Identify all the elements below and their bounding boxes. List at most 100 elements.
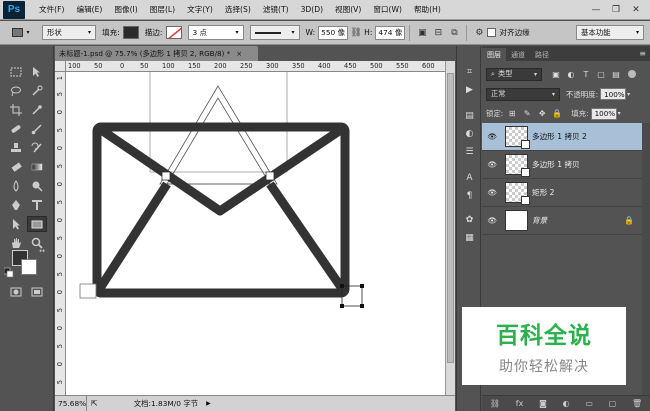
layer-name[interactable]: 矩形 2 bbox=[532, 187, 554, 198]
new-layer-icon[interactable]: ▢ bbox=[609, 399, 617, 408]
eye-icon[interactable]: 👁 bbox=[482, 188, 502, 197]
align-edges-checkbox[interactable] bbox=[487, 28, 497, 37]
history-panel-icon[interactable]: ⌗ bbox=[462, 64, 477, 79]
clone-stamp-tool[interactable] bbox=[6, 140, 26, 156]
screen-mode-button[interactable] bbox=[27, 284, 47, 300]
pen-tool[interactable] bbox=[6, 197, 26, 213]
hand-tool[interactable] bbox=[6, 235, 26, 251]
tab-layers[interactable]: 图层 bbox=[482, 48, 506, 61]
swatches-icon[interactable]: ✿ bbox=[462, 212, 477, 227]
menu-image[interactable]: 图像(I) bbox=[108, 4, 143, 15]
zoom-level[interactable]: 75.68% bbox=[55, 396, 87, 411]
tool-preset-picker[interactable]: ▾ bbox=[6, 24, 36, 42]
share-icon[interactable]: ⇱ bbox=[91, 399, 98, 408]
styles-icon[interactable]: ▦ bbox=[462, 230, 477, 245]
path-arrangement-icon[interactable]: ⧉ bbox=[446, 25, 462, 41]
default-colors-icon[interactable] bbox=[4, 267, 14, 278]
path-selection-tool[interactable] bbox=[6, 216, 26, 232]
height-input[interactable]: 474 像 bbox=[375, 25, 406, 40]
anchor-handle[interactable] bbox=[161, 171, 171, 181]
minimize-button[interactable]: — bbox=[586, 3, 606, 17]
layers-scrollbar[interactable] bbox=[642, 123, 650, 395]
layer-name[interactable]: 多边形 1 拷贝 bbox=[532, 159, 580, 170]
actions-panel-icon[interactable]: ▶ bbox=[462, 82, 477, 97]
character-panel-icon[interactable]: A bbox=[462, 170, 477, 185]
ruler-origin[interactable] bbox=[55, 61, 66, 72]
group-icon[interactable]: ▭ bbox=[585, 399, 593, 408]
kind-filter-select[interactable]: ⌕ 类型 ▾ bbox=[486, 67, 542, 81]
layer-row[interactable]: 👁 多边形 1 拷贝 bbox=[482, 151, 642, 179]
adjustment-filter-icon[interactable]: ◐ bbox=[565, 68, 577, 80]
fill-input[interactable]: 100% bbox=[590, 107, 617, 120]
menu-3d[interactable]: 3D(D) bbox=[295, 5, 329, 14]
lock-all-icon[interactable]: 🔒 bbox=[551, 108, 563, 120]
vertical-scrollbar[interactable] bbox=[445, 61, 455, 395]
layer-name[interactable]: 背景 bbox=[532, 215, 547, 226]
fx-icon[interactable]: fx bbox=[516, 399, 524, 408]
adjustment-layer-icon[interactable]: ◐ bbox=[563, 399, 570, 408]
stroke-width-select[interactable]: 3 点 ▾ bbox=[187, 25, 244, 40]
adjustments-icon[interactable]: ◐ bbox=[462, 126, 477, 141]
stroke-type-select[interactable]: ▾ bbox=[249, 25, 300, 40]
healing-brush-tool[interactable] bbox=[6, 121, 26, 137]
move-tool[interactable] bbox=[27, 64, 47, 80]
quick-mask-button[interactable] bbox=[6, 284, 26, 300]
close-button[interactable]: ✕ bbox=[626, 3, 646, 17]
lasso-tool[interactable] bbox=[6, 83, 26, 99]
tab-paths[interactable]: 路径 bbox=[530, 48, 554, 61]
opacity-input[interactable]: 100% bbox=[600, 88, 627, 100]
fill-swatch[interactable] bbox=[122, 26, 139, 39]
workspace-select[interactable]: 基本功能 ▾ bbox=[576, 25, 644, 40]
menu-window[interactable]: 窗口(W) bbox=[367, 4, 408, 15]
trash-icon[interactable]: 🗑 bbox=[632, 399, 642, 408]
transform-handle[interactable] bbox=[360, 284, 364, 288]
restore-button[interactable]: ❐ bbox=[606, 3, 626, 17]
lock-position-icon[interactable]: ✥ bbox=[536, 108, 548, 120]
horizontal-ruler[interactable]: 100 50 0 50 100 150 200 250 300 350 400 … bbox=[66, 61, 445, 72]
crop-tool[interactable] bbox=[6, 102, 26, 118]
paragraph-panel-icon[interactable]: ¶ bbox=[462, 188, 477, 203]
menu-edit[interactable]: 编辑(E) bbox=[70, 4, 108, 15]
vertical-ruler[interactable]: 1 5 0 5 0 5 0 5 0 5 0 5 0 5 0 5 0 5 bbox=[55, 72, 66, 395]
layer-comps-icon[interactable]: ▤ bbox=[462, 108, 477, 123]
menu-filter[interactable]: 滤镜(T) bbox=[257, 4, 295, 15]
blend-mode-select[interactable]: 正常 ▾ bbox=[486, 87, 560, 101]
lock-transparent-icon[interactable]: ⊞ bbox=[506, 108, 518, 120]
layer-row[interactable]: 👁 矩形 2 bbox=[482, 179, 642, 207]
transform-handle[interactable] bbox=[340, 284, 344, 288]
envelope-artwork[interactable] bbox=[66, 61, 445, 395]
swap-colors-icon[interactable]: ↔ bbox=[37, 246, 47, 256]
menu-file[interactable]: 文件(F) bbox=[33, 4, 70, 15]
layer-row[interactable]: 👁 多边形 1 拷贝 2 bbox=[482, 123, 642, 151]
anchor-handle[interactable] bbox=[79, 283, 97, 299]
layer-thumbnail[interactable] bbox=[505, 182, 530, 205]
layer-thumbnail[interactable] bbox=[505, 210, 528, 231]
layer-thumbnail[interactable] bbox=[505, 154, 530, 177]
properties-icon[interactable]: ☰ bbox=[462, 144, 477, 159]
transform-handle[interactable] bbox=[340, 304, 344, 308]
tab-channels[interactable]: 通道 bbox=[506, 48, 530, 61]
gradient-tool[interactable] bbox=[27, 159, 47, 175]
smart-object-filter-icon[interactable]: ▤ bbox=[610, 68, 622, 80]
type-tool[interactable] bbox=[27, 197, 47, 213]
chevron-down-icon[interactable]: ▾ bbox=[627, 91, 630, 98]
add-mask-icon[interactable]: ◙ bbox=[539, 399, 547, 408]
transform-handle[interactable] bbox=[360, 304, 364, 308]
canvas[interactable] bbox=[66, 61, 445, 395]
menu-select[interactable]: 选择(S) bbox=[219, 4, 257, 15]
link-icon[interactable]: ⛓ bbox=[348, 25, 364, 41]
quick-select-tool[interactable] bbox=[27, 83, 47, 99]
scrollbar-thumb[interactable] bbox=[447, 73, 454, 363]
layer-thumbnail[interactable] bbox=[505, 126, 530, 149]
type-filter-icon[interactable]: T bbox=[580, 68, 592, 80]
menu-help[interactable]: 帮助(H) bbox=[408, 4, 447, 15]
shape-filter-icon[interactable]: ▢ bbox=[595, 68, 607, 80]
filter-toggle-icon[interactable] bbox=[628, 70, 636, 78]
stroke-swatch[interactable] bbox=[165, 26, 182, 39]
blur-tool[interactable] bbox=[6, 178, 26, 194]
mode-select[interactable]: 形状 ▾ bbox=[42, 25, 96, 40]
path-alignment-icon[interactable]: ⊟ bbox=[430, 25, 446, 41]
eraser-tool[interactable] bbox=[6, 159, 26, 175]
eyedropper-tool[interactable] bbox=[27, 102, 47, 118]
width-input[interactable]: 550 像 bbox=[318, 25, 349, 40]
